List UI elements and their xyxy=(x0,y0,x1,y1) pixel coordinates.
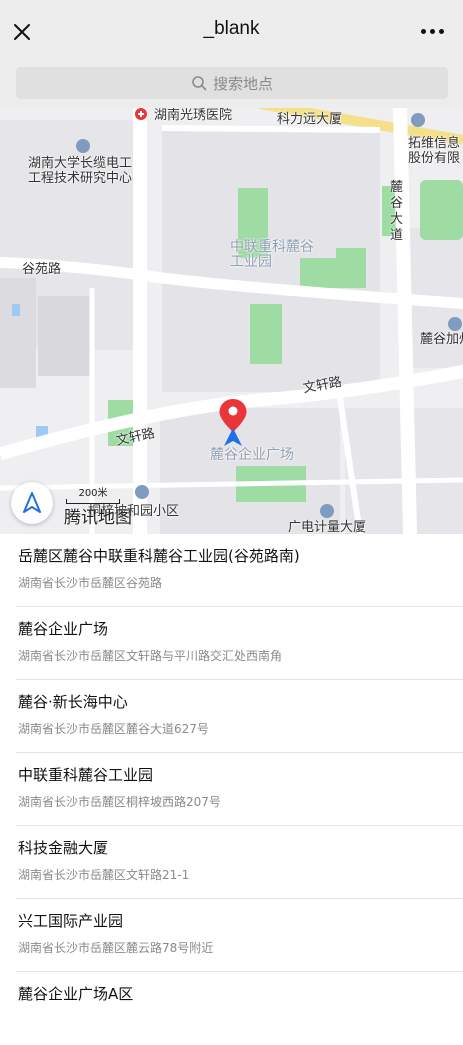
page-title: _blank xyxy=(203,18,260,39)
list-item[interactable]: 中联重科麓谷工业园 湖南省长沙市岳麓区桐梓坡西路207号 xyxy=(16,753,463,826)
search-bar: 搜索地点 xyxy=(0,62,463,108)
map-label-industrial-park: 中联重科麓谷工业园 xyxy=(230,239,314,270)
map-view[interactable]: 湖南光琇医院 科力远大厦 拓维信息股份有限 湖南大学长缆电工工程技术研究中心 麓… xyxy=(0,108,463,534)
list-item[interactable]: 麓谷·新长海中心 湖南省长沙市岳麓区麓谷大道627号 xyxy=(16,680,463,753)
navigation-arrow-icon xyxy=(23,492,41,513)
list-item[interactable]: 兴工国际产业园 湖南省长沙市岳麓区麓云路78号附近 xyxy=(16,899,463,972)
location-pin-icon[interactable] xyxy=(218,398,248,450)
result-address: 湖南省长沙市岳麓区谷苑路 xyxy=(18,576,163,590)
search-placeholder: 搜索地点 xyxy=(212,74,273,93)
more-options-button[interactable] xyxy=(421,27,445,37)
result-name: 兴工国际产业园 xyxy=(18,912,124,930)
map-label-university: 湖南大学长缆电工工程技术研究中心 xyxy=(28,156,133,186)
result-address: 湖南省长沙市岳麓区麓谷大道627号 xyxy=(18,722,209,736)
title-bar: _blank xyxy=(0,0,463,62)
search-input[interactable]: 搜索地点 xyxy=(16,67,448,99)
result-address: 湖南省长沙市岳麓区桐梓坡西路207号 xyxy=(18,795,221,809)
map-label-tower: 科力远大厦 xyxy=(277,112,343,127)
more-icon xyxy=(421,29,426,34)
list-item[interactable]: 麓谷企业广场A区 xyxy=(16,972,463,1045)
search-icon xyxy=(192,76,207,91)
result-name: 麓谷·新长海中心 xyxy=(18,693,128,711)
result-name: 科技金融大厦 xyxy=(18,839,109,857)
result-name: 麓谷企业广场A区 xyxy=(18,985,134,1003)
map-label-guyuan-road: 谷苑路 xyxy=(22,262,62,277)
result-address: 湖南省长沙市岳麓区麓云路78号附近 xyxy=(18,941,214,955)
map-brand-logo: 腾讯地图 xyxy=(64,508,132,528)
list-item[interactable]: 科技金融大厦 湖南省长沙市岳麓区文轩路21-1 xyxy=(16,826,463,899)
locate-me-button[interactable] xyxy=(11,482,53,524)
map-label-lugu-plus: 麓谷加州 xyxy=(420,332,463,347)
map-label-tuowei: 拓维信息股份有限 xyxy=(408,136,461,166)
result-address: 湖南省长沙市岳麓区文轩路与平川路交汇处西南角 xyxy=(18,649,283,663)
scale-label: 200米 xyxy=(78,488,108,499)
map-label-enterprise-plaza: 麓谷企业广场 xyxy=(210,447,294,463)
list-item[interactable]: 岳麓区麓谷中联重科麓谷工业园(谷苑路南) 湖南省长沙市岳麓区谷苑路 xyxy=(16,534,463,607)
map-scale: 200米 xyxy=(66,484,120,504)
results-list: 岳麓区麓谷中联重科麓谷工业园(谷苑路南) 湖南省长沙市岳麓区谷苑路 麓谷企业广场… xyxy=(0,534,463,1045)
map-label-hospital: 湖南光琇医院 xyxy=(154,108,233,123)
result-address: 湖南省长沙市岳麓区文轩路21-1 xyxy=(18,868,190,882)
list-item[interactable]: 麓谷企业广场 湖南省长沙市岳麓区文轩路与平川路交汇处西南角 xyxy=(16,607,463,680)
map-label-metrology: 广电计量大厦 xyxy=(288,520,367,534)
map-label-lugu-avenue: 麓谷大道 xyxy=(390,180,404,243)
result-name: 中联重科麓谷工业园 xyxy=(18,766,154,784)
result-name: 岳麓区麓谷中联重科麓谷工业园(谷苑路南) xyxy=(18,547,300,565)
result-name: 麓谷企业广场 xyxy=(18,620,109,638)
